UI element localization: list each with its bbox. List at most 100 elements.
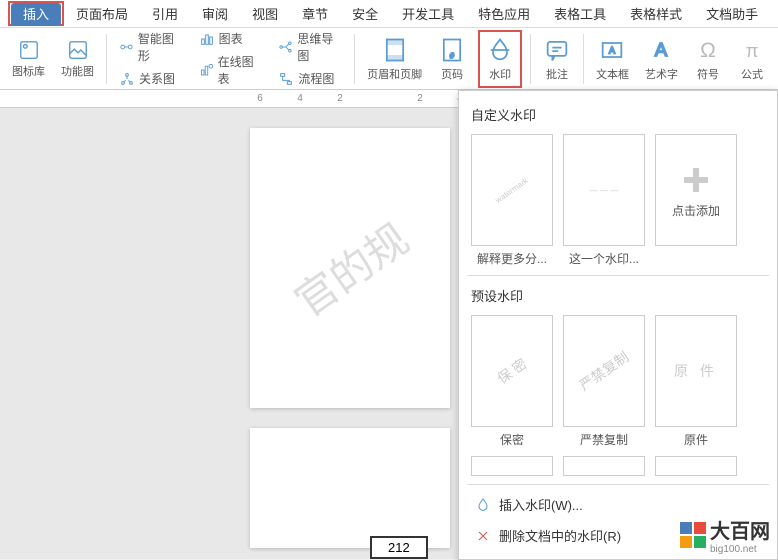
ribbon-onlinechart[interactable]: 在线图表 <box>195 51 267 89</box>
ribbon-formula[interactable]: π 公式 <box>734 34 770 84</box>
tab-chapter[interactable]: 章节 <box>290 0 340 27</box>
custom-watermark-item-1[interactable]: — — — 这一个水印... <box>563 134 645 267</box>
document-page-2[interactable] <box>250 428 450 548</box>
separator <box>583 34 584 84</box>
ruler-mark: 4 <box>290 93 310 104</box>
add-thumb: 点击添加 <box>655 134 737 246</box>
ribbon-wordart[interactable]: A 艺术字 <box>641 34 682 84</box>
add-label: 点击添加 <box>672 202 720 219</box>
preset-watermark-title: 预设水印 <box>467 280 769 311</box>
logo-squares <box>680 522 706 548</box>
ribbon-watermark[interactable]: 水印 <box>482 34 518 84</box>
flowchart-icon <box>278 71 294 87</box>
preset-watermark-item-0[interactable]: 保 密 保密 <box>471 315 553 448</box>
svg-text:π: π <box>746 40 759 61</box>
tab-security[interactable]: 安全 <box>340 0 390 27</box>
funcimg-icon <box>67 39 89 61</box>
ribbon-mindmap[interactable]: 思维导图 <box>274 28 346 66</box>
chart-label: 图表 <box>219 30 243 47</box>
onlinechart-label: 在线图表 <box>218 53 263 87</box>
ruler-mark: 2 <box>330 93 350 104</box>
ribbon-funcimg[interactable]: 功能图 <box>57 37 98 81</box>
preset-watermark-item-4[interactable] <box>563 456 645 476</box>
ribbon-flowchart[interactable]: 流程图 <box>274 68 346 89</box>
tab-view[interactable]: 视图 <box>240 0 290 27</box>
ribbon-tabs: 插入 页面布局 引用 审阅 视图 章节 安全 开发工具 特色应用 表格工具 表格… <box>0 0 778 28</box>
tab-tablestyle[interactable]: 表格样式 <box>618 0 694 27</box>
remove-icon <box>475 528 491 544</box>
watermark-item-label: 这一个水印... <box>569 250 639 267</box>
watermark-thumb: — — — <box>563 134 645 246</box>
wordart-label: 艺术字 <box>645 66 678 82</box>
iconlib-label: 图标库 <box>12 63 45 79</box>
smartgfx-icon <box>119 39 134 55</box>
mindmap-label: 思维导图 <box>297 30 342 64</box>
ribbon-watermark-highlight: 水印 <box>478 30 522 88</box>
ribbon-headerfooter[interactable]: 页眉和页脚 <box>363 34 426 84</box>
symbol-label: 符号 <box>697 66 719 82</box>
watermark-thumb <box>563 456 645 476</box>
watermark-thumb: 原 件 <box>655 315 737 427</box>
watermark-item-label: 解释更多分... <box>477 250 547 267</box>
thumb-wm-text: 保 密 <box>493 354 531 389</box>
ribbon-symbol[interactable]: Ω 符号 <box>690 34 726 84</box>
preset-watermark-item-5[interactable] <box>655 456 737 476</box>
ribbon-chart[interactable]: 图表 <box>195 28 267 49</box>
separator <box>354 34 355 84</box>
ribbon-iconlib[interactable]: 图标库 <box>8 37 49 81</box>
preset-watermark-item-2[interactable]: 原 件 原件 <box>655 315 737 448</box>
plus-icon <box>678 162 714 198</box>
thumb-wm-text: 严禁复制 <box>575 347 632 396</box>
watermark-item-label: 保密 <box>500 431 524 448</box>
svg-text:A: A <box>609 45 616 55</box>
site-logo: 大百网 big100.net <box>680 515 770 555</box>
watermark-dropdown: 自定义水印 watermark 解释更多分... — — — 这一个水印... … <box>458 90 778 560</box>
headerfooter-label: 页眉和页脚 <box>367 66 422 82</box>
tab-devtools[interactable]: 开发工具 <box>390 0 466 27</box>
divider <box>467 275 769 276</box>
mindmap-icon <box>278 39 293 55</box>
watermark-thumb: 严禁复制 <box>563 315 645 427</box>
ribbon-smartgfx[interactable]: 智能图形 <box>115 28 187 66</box>
ribbon-pagenum[interactable]: # 页码 <box>434 34 470 84</box>
svg-text:#: # <box>450 53 454 60</box>
ruler-mark: 6 <box>250 93 270 104</box>
chart-icon <box>199 31 215 47</box>
tab-reference[interactable]: 引用 <box>140 0 190 27</box>
svg-text:Ω: Ω <box>700 39 716 62</box>
annotate-icon <box>543 36 571 64</box>
logo-main-text: 大百网 <box>710 515 770 544</box>
relation-icon <box>119 71 135 87</box>
tab-special[interactable]: 特色应用 <box>466 0 542 27</box>
iconlib-icon <box>18 39 40 61</box>
menu-label: 删除文档中的水印(R) <box>499 526 621 545</box>
ribbon-toolbar: 图标库 功能图 智能图形 关系图 图表 在线图表 思维导图 流 <box>0 28 778 90</box>
tab-review[interactable]: 审阅 <box>190 0 240 27</box>
add-custom-watermark[interactable]: 点击添加 <box>655 134 737 267</box>
custom-watermark-title: 自定义水印 <box>467 99 769 130</box>
watermark-item-label: 严禁复制 <box>580 431 628 448</box>
tab-dochelper[interactable]: 文档助手 <box>694 0 770 27</box>
svg-text:A: A <box>655 38 668 59</box>
preset-watermark-item-1[interactable]: 严禁复制 严禁复制 <box>563 315 645 448</box>
separator <box>106 34 107 84</box>
smartgfx-label: 智能图形 <box>138 30 183 64</box>
document-page[interactable]: 官的规 <box>250 128 450 408</box>
preset-watermark-item-3[interactable] <box>471 456 553 476</box>
watermark-thumb: watermark <box>471 134 553 246</box>
textbox-icon: A <box>598 36 626 64</box>
relation-label: 关系图 <box>139 70 175 87</box>
menu-label: 插入水印(W)... <box>499 495 583 514</box>
ribbon-relation[interactable]: 关系图 <box>115 68 187 89</box>
watermark-thumb: 保 密 <box>471 315 553 427</box>
custom-watermark-item-0[interactable]: watermark 解释更多分... <box>471 134 553 267</box>
pagenum-label: 页码 <box>441 66 463 82</box>
tab-tabletools[interactable]: 表格工具 <box>542 0 618 27</box>
tab-insert-highlight: 插入 <box>8 1 64 26</box>
formula-icon: π <box>738 36 766 64</box>
tab-layout[interactable]: 页面布局 <box>64 0 140 27</box>
ribbon-annotate[interactable]: 批注 <box>539 34 575 84</box>
divider <box>467 484 769 485</box>
ribbon-textbox[interactable]: A 文本框 <box>592 34 633 84</box>
tab-insert[interactable]: 插入 <box>11 3 61 26</box>
